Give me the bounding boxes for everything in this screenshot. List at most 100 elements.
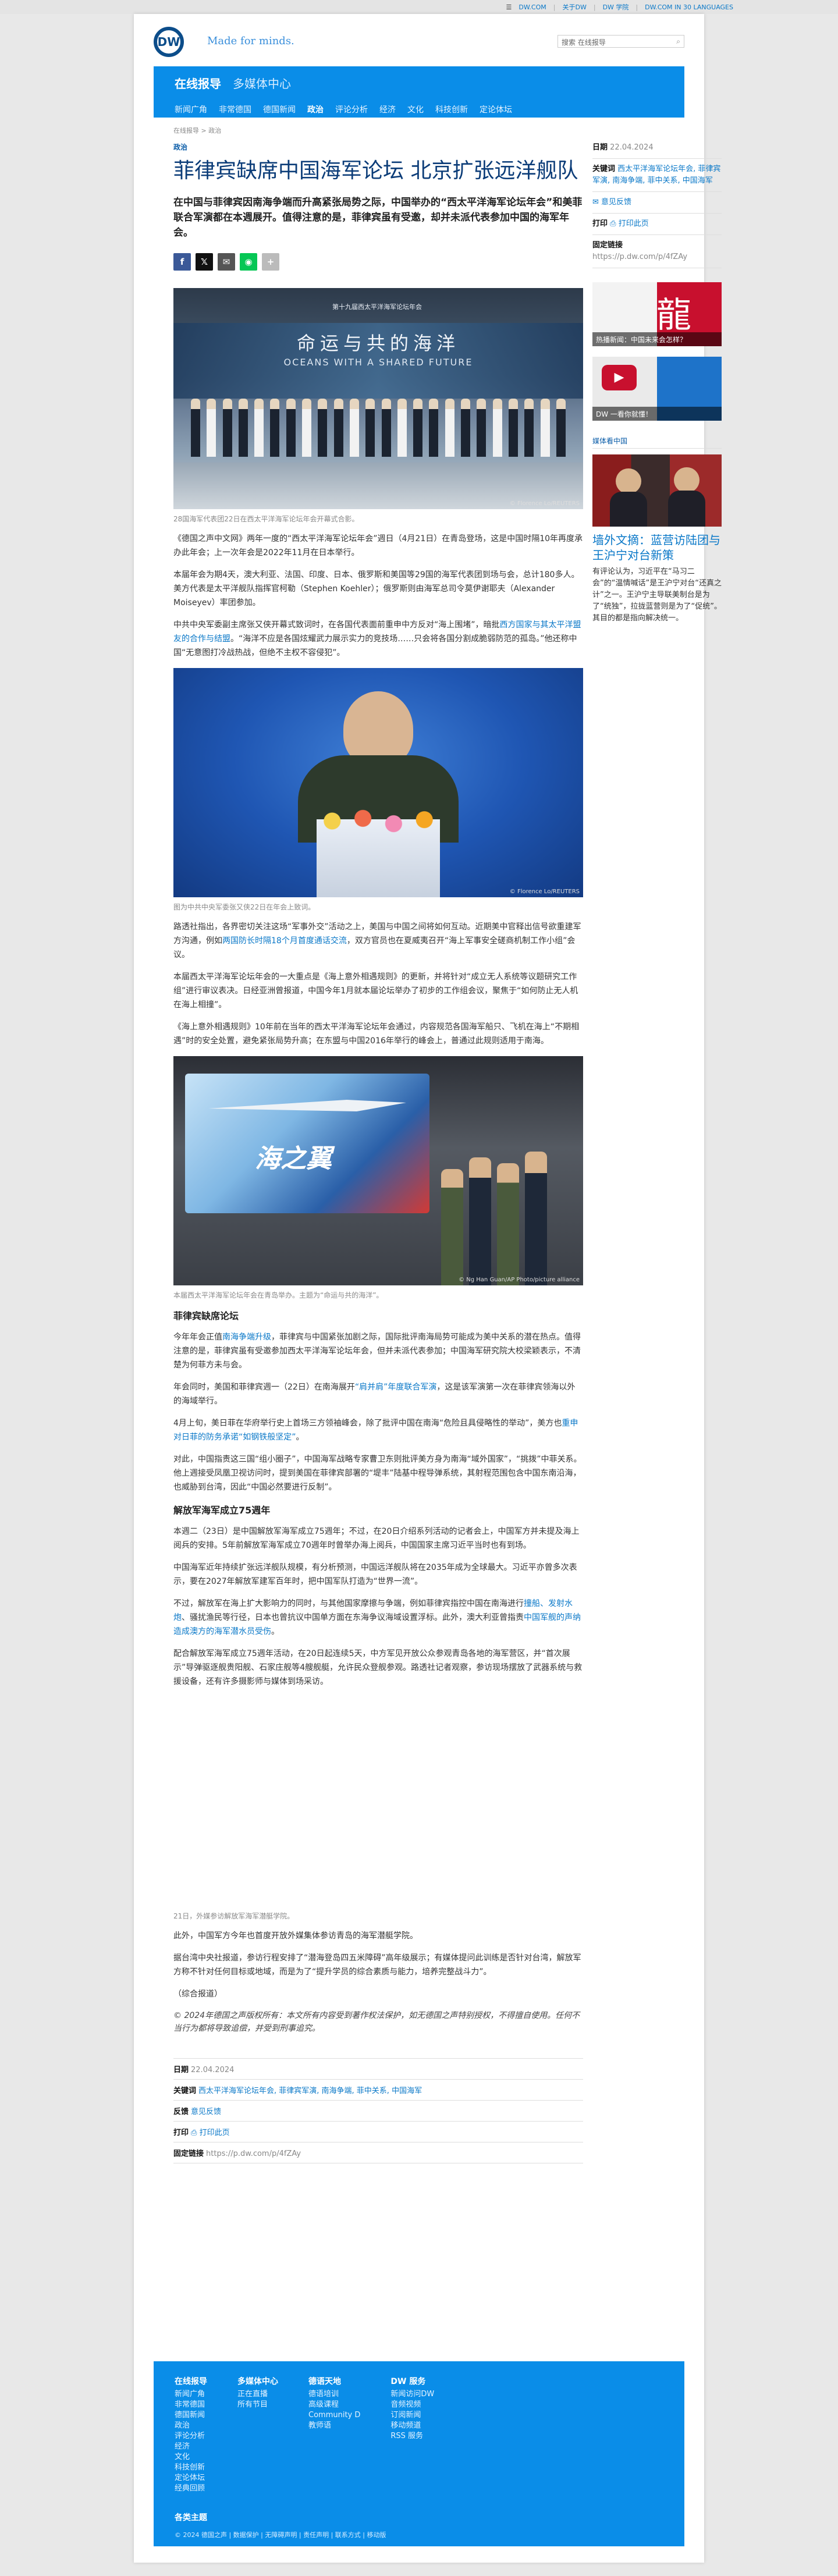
keyword-links[interactable]: 西太平洋海军论坛年会, 菲律宾军演, 南海争端, 菲中关系, 中国海军 bbox=[198, 2087, 422, 2095]
footer-link[interactable]: 定论体坛 bbox=[175, 2473, 207, 2483]
search-icon[interactable]: ⌕ bbox=[676, 37, 680, 46]
footer-link[interactable]: 评论分析 bbox=[175, 2431, 207, 2442]
paragraph: （综合报道） bbox=[173, 1989, 222, 1999]
topbar-link-dwcom[interactable]: DW.COM bbox=[519, 3, 546, 11]
footer-link[interactable]: 移动频道 bbox=[390, 2421, 434, 2431]
ad-banner-1-text: 热播新闻：中国未来会怎样？ bbox=[592, 332, 722, 346]
embedded-video-placeholder[interactable] bbox=[173, 1697, 583, 1906]
photo-caption: 图为中共中央军委张又侠22日在年会上致词。 bbox=[173, 903, 315, 911]
footer-column: 在线报导新闻广角 非常德国 德国新闻 政治 评论分析 经济 文化 科技创新 定论体坛 经典回顾 bbox=[175, 2375, 207, 2494]
nav-link[interactable]: 德国新闻 bbox=[263, 104, 296, 115]
footer-link[interactable]: 正在直播 bbox=[237, 2389, 278, 2400]
search-input[interactable]: 搜索 在线报导 ⌕ bbox=[558, 35, 684, 48]
print-icon[interactable]: ⎙ bbox=[610, 219, 619, 228]
ad-banner-2[interactable]: ▶ DW 一看你就懂！ bbox=[592, 357, 722, 421]
footer-link[interactable]: 文化 bbox=[175, 2452, 207, 2463]
print-icon[interactable]: ⎙ bbox=[191, 2129, 200, 2137]
paragraph: 路透社指出，各界密切关注这场“军事外交”活动之上，美国与中国之间将如何互动。近期… bbox=[173, 922, 581, 960]
tagline: Made for minds. bbox=[207, 35, 294, 47]
footer-link[interactable]: 教师语 bbox=[308, 2421, 360, 2431]
section-heading: 菲律宾缺席论坛 bbox=[173, 1310, 239, 1321]
side-date: 22.04.2024 bbox=[610, 143, 654, 152]
nav-title-online[interactable]: 在线报导 bbox=[175, 74, 221, 91]
topbar-link-academy[interactable]: DW 学院 bbox=[603, 2, 629, 12]
feedback-icon[interactable]: ✉ bbox=[592, 198, 601, 207]
print-link[interactable]: 打印此页 bbox=[200, 2129, 230, 2137]
footer-themes-link[interactable]: 各类主题 bbox=[175, 2511, 207, 2523]
footer-column: 德语天地德语培训 高级课程 Community D 教师语 bbox=[308, 2375, 360, 2494]
paragraph: 本届西太平洋海军论坛年会的一大重点是《海上意外相遇规则》的更新，并将针对“成立无… bbox=[173, 972, 578, 1010]
footer-link[interactable]: 科技创新 bbox=[175, 2463, 207, 2473]
footer-link[interactable]: 政治 bbox=[175, 2421, 207, 2431]
photo-group: 第十九届西太平洋海军论坛年会 命运与共的海洋 OCEANS WITH A SHA… bbox=[173, 288, 583, 509]
side-feedback-link[interactable]: 意见反馈 bbox=[601, 198, 631, 207]
teaser-image[interactable] bbox=[592, 454, 722, 527]
officers-group bbox=[441, 1143, 569, 1285]
teaser-text: 有评论认为，习近平在“马习二会”的“温情喊话”是王沪宁对台“还真之计”之一。王沪… bbox=[592, 567, 722, 623]
footer-link[interactable]: 经典回顾 bbox=[175, 2483, 207, 2494]
photo-credit: © Florence Lo/REUTERS bbox=[509, 889, 580, 895]
footer-link[interactable]: 德国新闻 bbox=[175, 2410, 207, 2421]
topbar-menu-icon[interactable]: ☰ bbox=[506, 3, 512, 11]
nav-title-media[interactable]: 多媒体中心 bbox=[233, 74, 291, 91]
nav-link[interactable]: 新闻广角 bbox=[175, 104, 207, 115]
footer-link[interactable]: 德语培训 bbox=[308, 2389, 360, 2400]
footer-link[interactable]: 新闻访问DW bbox=[390, 2389, 434, 2400]
nav-link[interactable]: 科技创新 bbox=[435, 104, 468, 115]
footer-link[interactable]: 音频视频 bbox=[390, 2400, 434, 2410]
article-kicker[interactable]: 政治 bbox=[173, 142, 583, 152]
paragraph: 《海上意外相遇规则》10年前在当年的西太平洋海军论坛年会通过，内容规范各国海军船… bbox=[173, 1022, 580, 1046]
dw-logo[interactable]: DW bbox=[154, 27, 184, 57]
nav-link[interactable]: 评论分析 bbox=[335, 104, 368, 115]
copyright-notice: © 2024年德国之声版权所有：本文所有内容受到著作权法保护，如无德国之声特别授… bbox=[173, 2011, 580, 2033]
footer-link[interactable]: 所有节目 bbox=[237, 2400, 278, 2410]
photo1-emblem: 第十九届西太平洋海军论坛年会 bbox=[332, 303, 422, 311]
nav-link[interactable]: 政治 bbox=[307, 104, 324, 115]
photo-caption: 28国海军代表团22日在西太平洋海军论坛年会开幕式合影。 bbox=[173, 515, 359, 523]
nav-link[interactable]: 文化 bbox=[407, 104, 424, 115]
share-bar: f 𝕏 ✉ ◉ + bbox=[173, 253, 583, 271]
photo1-banner-cn: 命运与共的海洋 bbox=[296, 332, 460, 354]
ad-banner-1[interactable]: 龍 热播新闻：中国未来会怎样？ bbox=[592, 282, 722, 346]
feedback-link[interactable]: 意见反馈 bbox=[191, 2108, 221, 2116]
footer-link[interactable]: Community D bbox=[308, 2410, 360, 2421]
footer-link[interactable]: RSS 服务 bbox=[390, 2431, 434, 2442]
footer-link[interactable]: 经济 bbox=[175, 2442, 207, 2452]
permalink[interactable]: https://p.dw.com/p/4fZAy bbox=[206, 2149, 301, 2158]
footer-column-title[interactable]: 在线报导 bbox=[175, 2375, 207, 2387]
footer-link[interactable]: 高级课程 bbox=[308, 2400, 360, 2410]
paragraph: 对此，中国指责这三国“组小圈子”，中国海军战略专家曹卫东则批评美方身为南海“域外… bbox=[173, 1455, 582, 1492]
nav-link[interactable]: 非常德国 bbox=[219, 104, 251, 115]
footer-column-title[interactable]: 多媒体中心 bbox=[237, 2375, 278, 2387]
video-caption: 21日，外媒参访解放军海军潜艇学院。 bbox=[173, 1912, 294, 1920]
facebook-icon[interactable]: f bbox=[173, 253, 191, 271]
side-permalink[interactable]: https://p.dw.com/p/4fZAy bbox=[592, 253, 687, 261]
line-icon[interactable]: ◉ bbox=[240, 253, 257, 271]
dragon-icon: 龍 bbox=[656, 295, 691, 336]
nav-link[interactable]: 定论体坛 bbox=[480, 104, 512, 115]
ad-banner-2-text: DW 一看你就懂！ bbox=[592, 407, 722, 421]
inline-link[interactable]: “肩并肩”年度联合军演 bbox=[355, 1383, 437, 1392]
x-icon[interactable]: 𝕏 bbox=[196, 253, 213, 271]
paragraph: 4月上旬，美日菲在华府举行史上首场三方领袖峰会，除了批评中国在南海“危险且具侵略… bbox=[173, 1419, 578, 1442]
footer-column-title[interactable]: DW 服务 bbox=[390, 2375, 434, 2387]
divider: | bbox=[593, 3, 596, 11]
inline-link[interactable]: 两国防长时隔18个月首度通话交流 bbox=[222, 936, 347, 946]
topbar-link-about[interactable]: 关于DW bbox=[562, 2, 586, 12]
footer-link[interactable]: 订阅新闻 bbox=[390, 2410, 434, 2421]
inline-link[interactable]: 南海争端升级 bbox=[222, 1333, 271, 1342]
teaser-title[interactable]: 墙外文摘：蓝营访陆团与王沪宁对台新策 bbox=[592, 532, 722, 563]
email-icon[interactable]: ✉ bbox=[218, 253, 235, 271]
photo1-banner-en: OCEANS WITH A SHARED FUTURE bbox=[283, 357, 473, 368]
more-icon[interactable]: + bbox=[262, 253, 279, 271]
side-print-link[interactable]: 打印此页 bbox=[619, 219, 649, 228]
topbar-link-languages[interactable]: DW.COM IN 30 LANGUAGES bbox=[645, 3, 733, 11]
footer-legal[interactable]: © 2024 德国之声 | 数据保护 | 无障碍声明 | 责任声明 | 联系方式… bbox=[175, 2530, 386, 2539]
photo-exhibition: 海之翼 © Ng Han Guan/AP Photo/picture allia… bbox=[173, 1056, 583, 1285]
footer-link[interactable]: 新闻广角 bbox=[175, 2389, 207, 2400]
footer-column: DW 服务新闻访问DW 音频视频 订阅新闻 移动频道 RSS 服务 bbox=[390, 2375, 434, 2494]
footer-column-title[interactable]: 德语天地 bbox=[308, 2375, 360, 2387]
footer-column: 多媒体中心正在直播 所有节目 bbox=[237, 2375, 278, 2494]
footer-link[interactable]: 非常德国 bbox=[175, 2400, 207, 2410]
nav-link[interactable]: 经济 bbox=[379, 104, 396, 115]
